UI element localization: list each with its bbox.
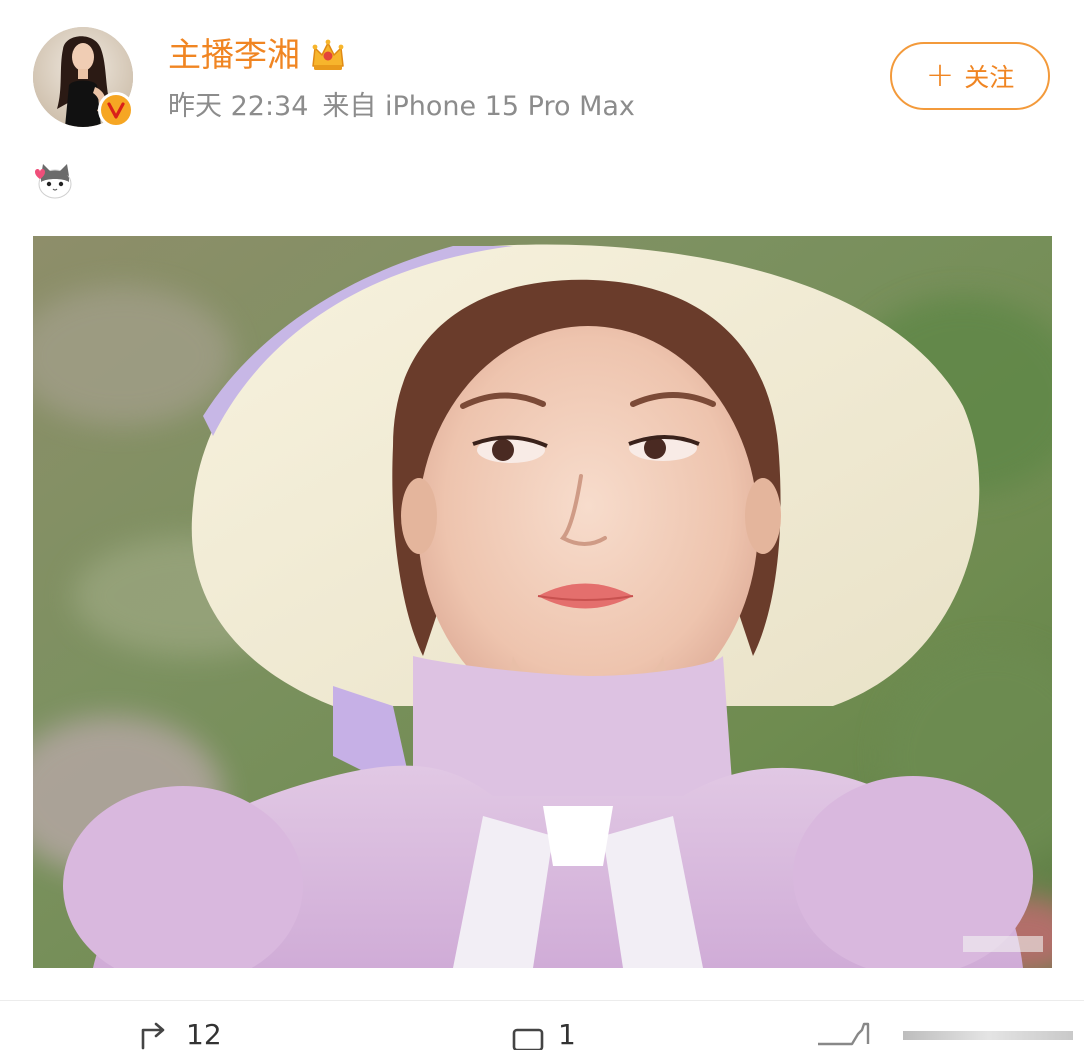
comment-icon xyxy=(512,1028,544,1050)
blurred-region xyxy=(903,1031,1073,1040)
author-name[interactable]: 主播李湘 xyxy=(168,30,300,80)
comment-button[interactable]: 1 xyxy=(512,1020,576,1050)
plus-icon: + xyxy=(925,54,955,95)
repost-icon xyxy=(141,1022,165,1050)
like-button[interactable] xyxy=(818,1020,890,1050)
follow-label: 关注 xyxy=(964,63,1015,92)
crown-icon[interactable] xyxy=(308,35,348,75)
weibo-post: 主播李湘 昨天 22:34 来自 iPhone 15 Pro Max + 关注 xyxy=(0,0,1084,1050)
author-name-row: 主播李湘 xyxy=(168,30,348,80)
post-time: 昨天 22:34 xyxy=(168,91,309,122)
post-meta: 昨天 22:34 来自 iPhone 15 Pro Max xyxy=(168,87,635,127)
comment-count: 1 xyxy=(558,1018,576,1051)
follow-button[interactable]: + 关注 xyxy=(890,42,1050,110)
verified-badge-icon xyxy=(98,92,134,128)
footer-divider xyxy=(0,1000,1084,1001)
post-photo[interactable] xyxy=(33,236,1052,968)
cat-heart-emoji xyxy=(33,158,75,200)
post-source: 来自 iPhone 15 Pro Max xyxy=(322,91,635,122)
repost-button[interactable]: 12 xyxy=(140,1020,222,1050)
like-icon xyxy=(818,1022,870,1046)
repost-count: 12 xyxy=(186,1018,222,1051)
